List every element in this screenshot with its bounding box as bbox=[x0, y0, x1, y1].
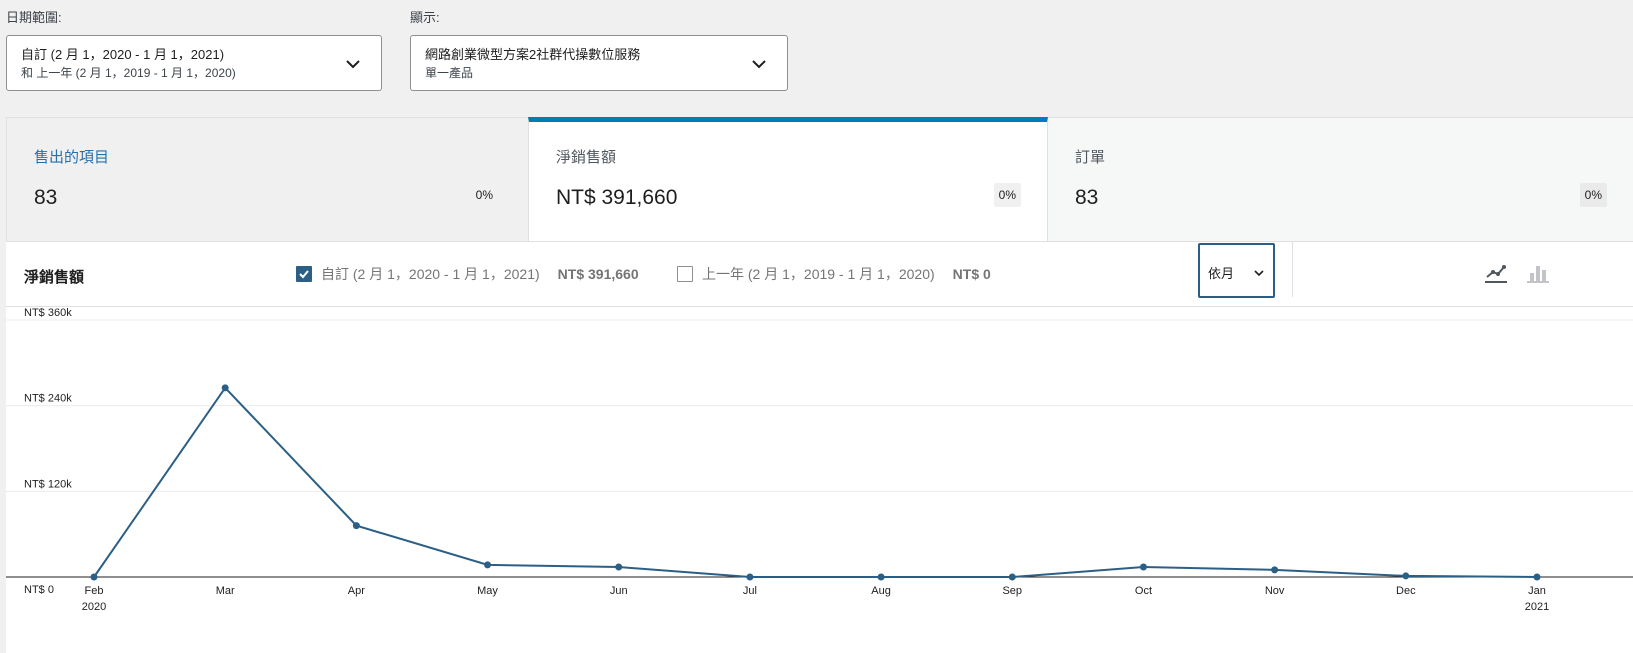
chevron-down-icon bbox=[1254, 270, 1264, 277]
chart-title: 淨銷售額 bbox=[24, 269, 85, 286]
line-chart-icon[interactable] bbox=[1484, 261, 1508, 285]
chevron-down-icon bbox=[752, 60, 766, 69]
card-value: NT$ 391,660 bbox=[556, 186, 678, 209]
date-range-label: 日期範圍: bbox=[6, 10, 62, 25]
card-delta: 0% bbox=[993, 183, 1021, 207]
data-point[interactable] bbox=[1008, 573, 1016, 581]
chevron-down-icon bbox=[346, 60, 360, 69]
card-delta: 0% bbox=[475, 188, 493, 202]
series-line bbox=[93, 386, 1538, 578]
x-tick-label: May bbox=[477, 585, 498, 597]
x-year-label: 2021 bbox=[1525, 601, 1549, 613]
data-point[interactable] bbox=[221, 384, 229, 392]
divider bbox=[1292, 242, 1293, 297]
card-net-sales[interactable]: 淨銷售額 NT$ 391,660 0% bbox=[528, 117, 1048, 242]
x-tick-label: Dec bbox=[1396, 585, 1416, 597]
show-main: 網路創業微型方案2社群代操數位服務 bbox=[425, 47, 641, 62]
net-sales-line-chart: NT$ 0 NT$ 120k NT$ 240k NT$ 360k Feb 2020 Mar… bbox=[6, 307, 1633, 613]
y-tick-label: NT$ 360k bbox=[24, 307, 72, 319]
x-tick-label: Nov bbox=[1265, 585, 1285, 597]
card-label: 淨銷售額 bbox=[556, 149, 617, 166]
legend-previous-year[interactable]: 上一年 (2 月 1，2019 - 1 月 1，2020) NT$ 0 bbox=[677, 265, 991, 283]
card-orders[interactable]: 訂單 83 0% bbox=[1048, 117, 1633, 242]
x-tick-label: Sep bbox=[1002, 585, 1022, 597]
date-range-main: 自訂 (2 月 1，2020 - 1 月 1，2021) bbox=[21, 47, 225, 62]
legend-value: NT$ 391,660 bbox=[557, 266, 639, 282]
x-tick-label: Jun bbox=[610, 585, 628, 597]
x-tick-label: Jul bbox=[743, 585, 757, 597]
y-tick-label: NT$ 240k bbox=[24, 393, 72, 405]
date-range-compare: 和 上一年 (2 月 1，2019 - 1 月 1，2020) bbox=[21, 66, 236, 80]
x-tick-label: Jan bbox=[1528, 585, 1546, 597]
card-label: 售出的項目 bbox=[34, 149, 110, 166]
data-point[interactable] bbox=[1271, 566, 1279, 574]
data-point[interactable] bbox=[352, 522, 360, 530]
data-point[interactable] bbox=[1139, 563, 1147, 571]
y-tick-label: NT$ 120k bbox=[24, 478, 72, 490]
x-tick-label: Feb bbox=[85, 585, 104, 597]
card-items-sold[interactable]: 售出的項目 83 0% bbox=[6, 117, 528, 242]
card-value: 83 bbox=[34, 186, 58, 209]
data-point[interactable] bbox=[1402, 572, 1410, 580]
date-range-filter: 日期範圍: 自訂 (2 月 1，2020 - 1 月 1，2021) 和 上一年… bbox=[6, 8, 382, 91]
show-label: 顯示: bbox=[410, 10, 440, 25]
bar-chart-icon[interactable] bbox=[1526, 261, 1550, 285]
interval-label: 依月 bbox=[1208, 266, 1235, 281]
summary-cards: 售出的項目 83 0% 淨銷售額 NT$ 391,660 0% 訂單 83 0% bbox=[6, 117, 1633, 242]
x-tick-label: Aug bbox=[871, 585, 891, 597]
show-dropdown[interactable]: 網路創業微型方案2社群代操數位服務 單一產品 bbox=[410, 35, 788, 91]
data-point[interactable] bbox=[1533, 573, 1541, 581]
data-point[interactable] bbox=[615, 563, 623, 571]
legend-current-period[interactable]: 自訂 (2 月 1，2020 - 1 月 1，2021) NT$ 391,660 bbox=[296, 265, 639, 283]
legend-label: 自訂 (2 月 1，2020 - 1 月 1，2021) bbox=[321, 266, 540, 282]
date-range-dropdown[interactable]: 自訂 (2 月 1，2020 - 1 月 1，2021) 和 上一年 (2 月 … bbox=[6, 35, 382, 91]
data-point[interactable] bbox=[90, 573, 98, 581]
card-label: 訂單 bbox=[1075, 149, 1106, 166]
checkbox-checked-icon[interactable] bbox=[296, 266, 312, 282]
chart-panel: 淨銷售額 自訂 (2 月 1，2020 - 1 月 1，2021) NT$ 39… bbox=[6, 242, 1633, 653]
card-delta: 0% bbox=[1579, 183, 1607, 207]
show-sub: 單一產品 bbox=[425, 66, 474, 80]
data-point[interactable] bbox=[877, 573, 885, 581]
card-value: 83 bbox=[1075, 186, 1099, 209]
data-point[interactable] bbox=[484, 561, 492, 569]
data-point[interactable] bbox=[746, 573, 754, 581]
legend-value: NT$ 0 bbox=[952, 266, 991, 282]
legend-label: 上一年 (2 月 1，2019 - 1 月 1，2020) bbox=[702, 266, 935, 282]
x-tick-label: Oct bbox=[1135, 585, 1152, 597]
chart-header: 淨銷售額 自訂 (2 月 1，2020 - 1 月 1，2021) NT$ 39… bbox=[6, 242, 1633, 307]
x-tick-label: Apr bbox=[348, 585, 365, 597]
interval-select[interactable]: 依月 bbox=[1198, 243, 1275, 298]
x-year-label: 2020 bbox=[82, 601, 106, 613]
x-tick-label: Mar bbox=[216, 585, 235, 597]
y-tick-label: NT$ 0 bbox=[24, 584, 54, 596]
checkbox-unchecked-icon[interactable] bbox=[677, 266, 693, 282]
show-filter: 顯示: 網路創業微型方案2社群代操數位服務 單一產品 bbox=[410, 8, 788, 91]
